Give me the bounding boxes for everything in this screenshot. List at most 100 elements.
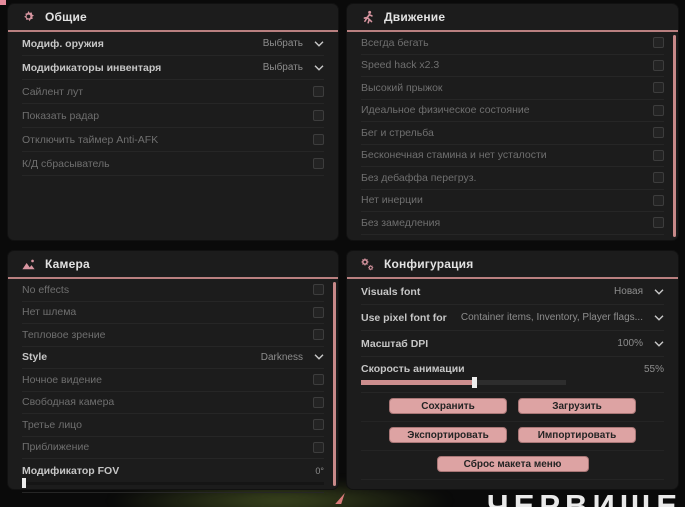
toggle-row[interactable]: No effects [22,279,324,302]
toggle-label: Нет инерции [361,194,423,207]
gears-icon [361,257,374,271]
toggle-row[interactable]: Без дебаффа перегруз. [361,167,664,190]
chevron-down-icon [314,354,324,361]
slider-value: 55% [643,363,664,375]
checkbox[interactable] [653,194,664,206]
toggle-row[interactable]: Третье лицо [22,414,324,437]
checkbox[interactable] [313,110,324,121]
toggle-label: К/Д сбрасыватель [22,157,110,170]
corner-accent [0,0,6,5]
checkbox[interactable] [653,104,664,116]
checkbox[interactable] [313,419,324,431]
chevron-down-icon [654,288,664,295]
toggle-label: Сайлент лут [22,85,84,98]
panel-title: Конфигурация [384,257,474,271]
toggle-row[interactable]: Отключить таймер Anti-AFK [22,128,324,152]
weapon-mods-dropdown[interactable]: Выбрать [263,38,324,49]
dropdown-value: Container items, Inventory, Player flags… [460,312,643,323]
toggle-row[interactable]: Приближение [22,437,324,459]
checkbox[interactable] [653,217,664,229]
export-button[interactable]: Экспортировать [389,427,507,443]
dropdown-value: Выбрать [262,62,303,73]
toggle-row[interactable]: Бесконечная стамина и нет усталости [361,145,664,167]
toggle-label: Свободная камера [22,396,115,409]
reset-layout-button[interactable]: Сброс макета меню [436,456,589,472]
button-row: Экспортировать Импортировать [361,422,664,451]
toggle-row[interactable]: К/Д сбрасыватель [22,152,324,176]
scrollbar[interactable] [673,35,676,237]
panel-header[interactable]: Движение [347,4,678,32]
checkbox[interactable] [313,158,324,169]
toggle-label: Ночное видение [22,373,102,386]
toggle-row[interactable]: Ночное видение [22,369,324,392]
checkbox[interactable] [653,82,664,94]
toggle-row[interactable]: Speed hack x2.3 [361,55,664,77]
inventory-mods-dropdown[interactable]: Выбрать [263,62,324,73]
runner-icon [363,10,373,24]
checkbox[interactable] [653,149,664,161]
toggle-row[interactable]: Тепловое зрение [22,324,324,347]
checkbox[interactable] [313,86,324,97]
import-button[interactable]: Импортировать [518,427,636,443]
toggle-row[interactable]: Всегда бегать [361,32,664,55]
dpi-scale-dropdown[interactable]: 100% [617,338,664,349]
pixel-font-dropdown[interactable]: Container items, Inventory, Player flags… [461,312,664,323]
checkbox[interactable] [313,284,324,296]
checkbox[interactable] [653,59,664,71]
checkbox[interactable] [653,37,664,49]
mod-menu-overlay: ЧЕРВИЩЕ Общие Модиф. оружия Выбрать Моди… [0,0,685,507]
checkbox[interactable] [653,127,664,139]
fov-slider[interactable] [22,478,324,488]
panel-movement: Движение Всегда бегать Speed hack x2.3 В… [347,4,678,240]
option-row: Use pixel font for Container items, Inve… [361,305,664,331]
image-icon [22,259,35,269]
visuals-font-dropdown[interactable]: Новая [614,286,664,297]
checkbox[interactable] [313,374,324,386]
panel-header[interactable]: Конфигурация [347,251,678,279]
style-dropdown[interactable]: Darkness [261,352,324,363]
option-label: Модификаторы инвентаря [22,61,162,74]
slider-fill [361,380,474,385]
toggle-row[interactable]: Без замедления [361,212,664,235]
animation-speed-slider[interactable] [361,377,566,388]
checkbox[interactable] [313,306,324,318]
toggle-label: Бег и стрельба [361,126,434,139]
slider-handle[interactable] [471,377,477,388]
toggle-label: Приближение [22,441,90,454]
toggle-label: Идеальное физическое состояние [361,104,530,117]
save-button[interactable]: Сохранить [389,398,507,414]
checkbox[interactable] [313,396,324,408]
toggle-row[interactable]: Показать радар [22,104,324,128]
checkbox[interactable] [313,134,324,145]
scrollbar[interactable] [333,282,336,486]
panel-header[interactable]: Общие [8,4,338,32]
toggle-row[interactable]: Сайлент лут [22,80,324,104]
slider-value: 0° [315,466,324,476]
load-button[interactable]: Загрузить [518,398,636,414]
toggle-label: Отключить таймер Anti-AFK [22,133,159,146]
toggle-label: Всегда бегать [361,36,429,49]
chevron-down-icon [654,340,664,347]
toggle-row[interactable]: Высокий прыжок [361,77,664,100]
toggle-label: Третье лицо [22,418,82,431]
watermark-text: ЧЕРВИЩЕ [486,488,682,507]
toggle-row[interactable]: Свободная камера [22,392,324,414]
toggle-label: No effects [22,283,70,296]
toggle-row[interactable]: Нет инерции [361,190,664,212]
slider-label: Модификатор FOV [22,465,120,477]
option-label: Use pixel font for [361,311,447,324]
chevron-down-icon [654,314,664,321]
toggle-label: Тепловое зрение [22,328,106,341]
toggle-row[interactable]: Нет шлема [22,302,324,324]
slider-handle[interactable] [22,478,26,488]
dropdown-value: Новая [614,286,643,297]
panel-header[interactable]: Камера [8,251,338,279]
toggle-row[interactable]: Бег и стрельба [361,122,664,145]
option-label: Модиф. оружия [22,37,104,50]
checkbox[interactable] [653,172,664,184]
panel-title: Камера [45,257,90,271]
toggle-row[interactable]: Идеальное физическое состояние [361,100,664,122]
option-row: Масштаб DPI 100% [361,331,664,357]
checkbox[interactable] [313,329,324,341]
checkbox[interactable] [313,441,324,453]
